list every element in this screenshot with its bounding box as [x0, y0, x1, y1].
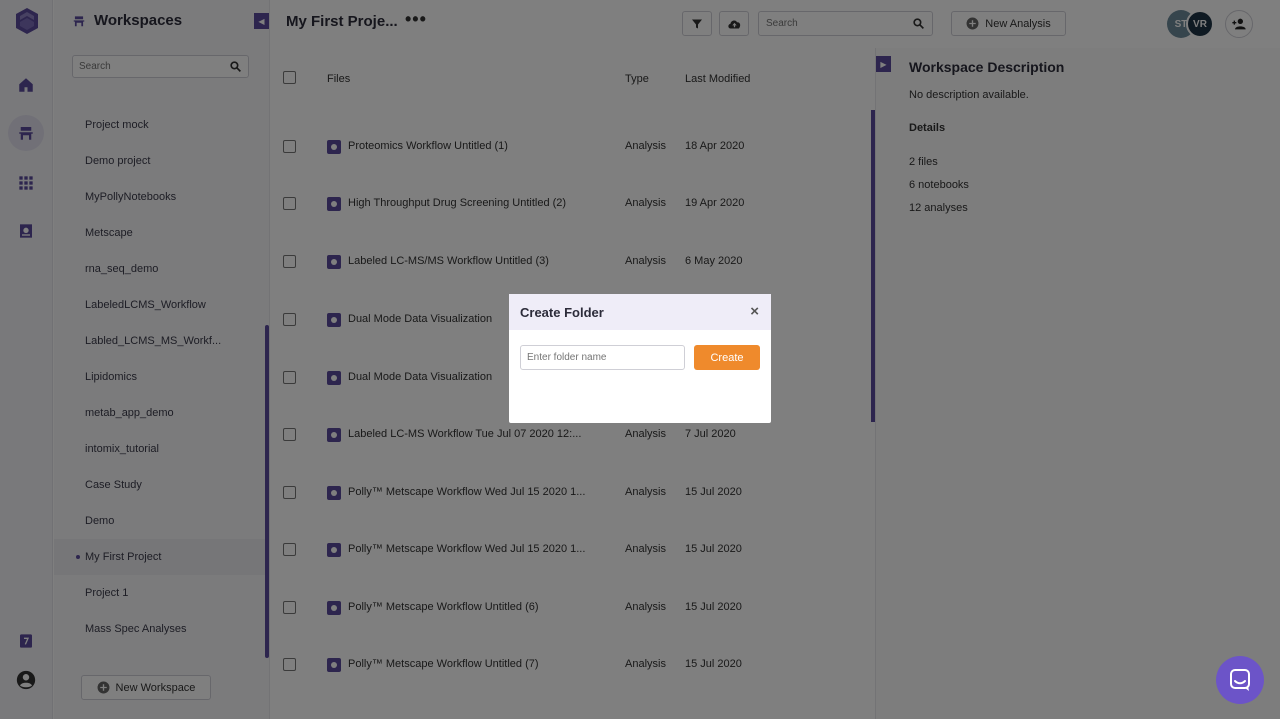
folder-name-input[interactable] [520, 345, 685, 370]
support-chat-button[interactable] [1216, 656, 1264, 704]
dialog-title: Create Folder [520, 304, 604, 320]
chat-icon [1230, 669, 1250, 691]
close-icon[interactable]: × [750, 303, 759, 320]
create-folder-button[interactable]: Create [694, 345, 760, 370]
create-folder-dialog: Create Folder × Create [509, 294, 771, 423]
dialog-header: Create Folder × [509, 294, 771, 330]
